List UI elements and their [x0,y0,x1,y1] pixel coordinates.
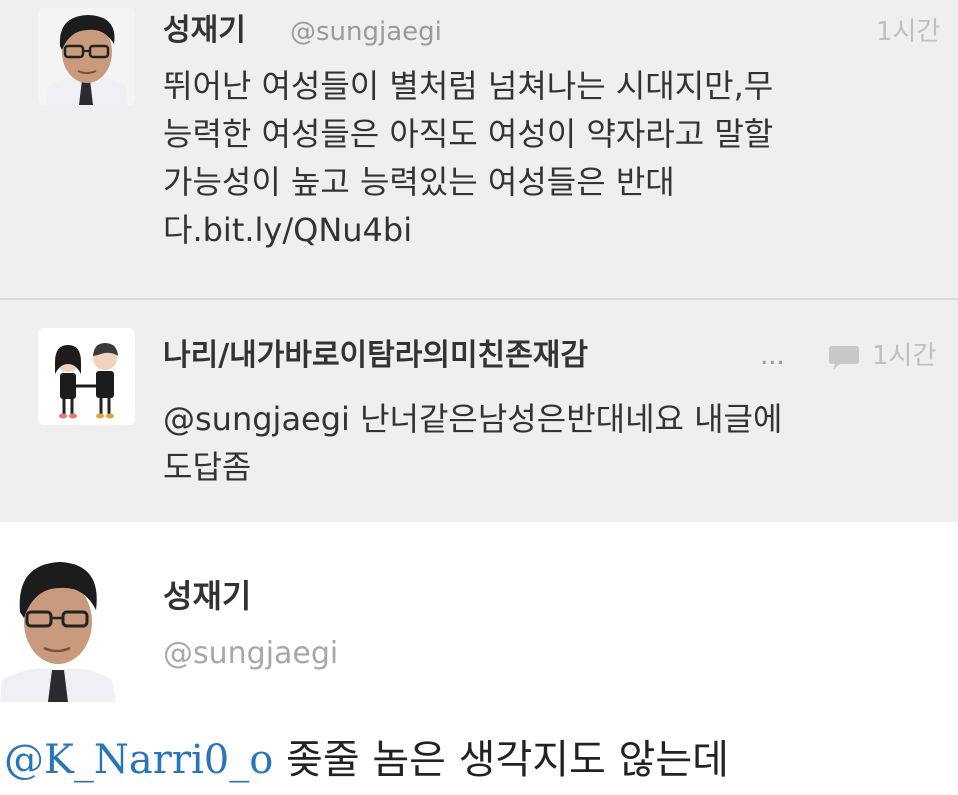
avatar-man-icon [38,8,135,105]
author-name[interactable]: 성재기 [163,578,251,614]
avatar-couple-cartoon-icon [38,328,135,425]
timestamp: 1시간 [876,17,941,47]
tweet-text: 뛰어난 여성들이 별처럼 넘쳐나는 시대지만,무 능력한 여성들은 아직도 여성… [163,62,773,254]
avatar[interactable] [0,552,118,702]
tweet-link-line[interactable]: 다.bit.ly/QNu4bi [163,206,773,254]
avatar[interactable] [38,8,135,105]
tweet-text: @sungjaegi 난너같은남성은반대네요 내글에 도답좀 [163,395,782,491]
avatar-man-icon [0,552,118,702]
tweet-text-line: @sungjaegi 난너같은남성은반대네요 내글에 [163,400,783,438]
tweet-text: @K_Narri0_o 좆줄 놈은 생각지도 않는데 [4,732,729,788]
avatar[interactable] [38,328,135,425]
speech-bubble-icon[interactable] [828,344,860,372]
mention-link[interactable]: @K_Narri0_o [4,737,273,783]
author-name[interactable]: 나리/내가바로이탐라의미친존재감 [163,338,588,374]
author-name[interactable]: 성재기 [163,13,246,49]
timestamp: 1시간 [872,341,937,371]
name-ellipsis: ... [760,341,785,371]
author-handle[interactable]: @sungjaegi [290,14,442,50]
tweet-text-line: 뛰어난 여성들이 별처럼 넘쳐나는 시대지만,무 [163,67,774,105]
tweet-text-line: 도답좀 [163,448,252,486]
tweet-detail: 성재기 @sungjaegi @K_Narri0_o 좆줄 놈은 생각지도 않는… [0,522,958,795]
author-handle[interactable]: @sungjaegi [163,636,338,672]
tweet-card[interactable]: 나리/내가바로이탐라의미친존재감 ... 1시간 @sungjaegi 난너같은… [0,300,958,522]
tweet-text-line: 가능성이 높고 능력있는 여성들은 반대 [163,163,675,201]
tweet-text-line: 능력한 여성들은 아직도 여성이 약자라고 말할 [163,115,774,153]
tweet-text-body: 좆줄 놈은 생각지도 않는데 [286,737,729,783]
tweet-card[interactable]: 성재기 @sungjaegi 1시간 뛰어난 여성들이 별처럼 넘쳐나는 시대지… [0,0,958,298]
